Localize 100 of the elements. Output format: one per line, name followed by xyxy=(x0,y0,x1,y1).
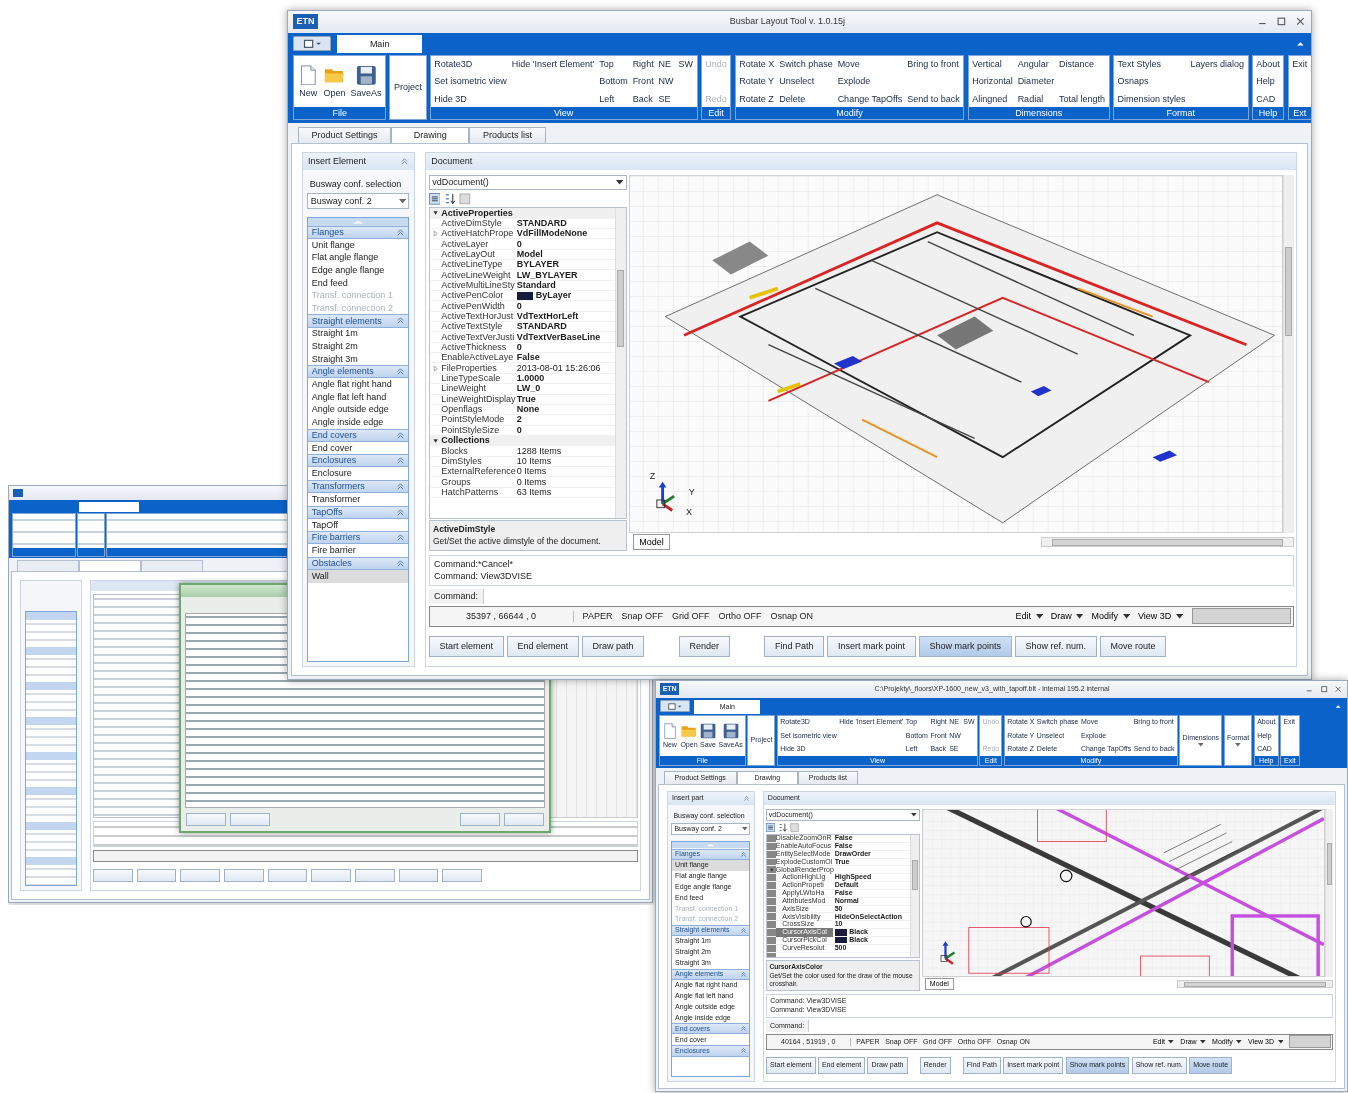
property-name[interactable]: LineWeightDisplay xyxy=(441,393,516,405)
action-button[interactable]: Find Path xyxy=(764,635,825,658)
scrollbar[interactable] xyxy=(1176,979,1334,989)
config-dropdown[interactable]: Busway conf. 2 xyxy=(307,193,410,209)
object-dropdown[interactable]: vdDocument() xyxy=(428,174,627,191)
property-name[interactable]: ActivePenWidth xyxy=(441,300,516,312)
ribbon-button[interactable]: Rotate Y xyxy=(739,76,775,88)
ribbon-button[interactable]: Front xyxy=(632,76,654,88)
section-header[interactable]: Straight elements xyxy=(308,314,409,328)
ribbon-button[interactable]: Alingned xyxy=(972,93,1008,105)
property-name[interactable]: ActivePenColor xyxy=(441,290,516,302)
ribbon-button[interactable]: SW xyxy=(678,59,693,70)
ribbon-button[interactable]: New xyxy=(298,59,319,105)
action-button[interactable]: Show mark points xyxy=(918,635,1012,658)
property-name[interactable]: Openflags xyxy=(441,404,516,415)
property-name[interactable]: Blocks xyxy=(441,445,516,457)
property-name[interactable]: FileProperties xyxy=(441,362,516,374)
tab[interactable]: Drawing xyxy=(391,127,470,144)
ribbon-button[interactable]: CAD xyxy=(1256,93,1276,105)
categorized-icon[interactable] xyxy=(765,822,775,833)
status-toggle[interactable]: Osnap ON xyxy=(770,610,813,622)
action-button[interactable]: Draw path xyxy=(581,635,645,658)
close-icon[interactable] xyxy=(1334,685,1343,694)
ribbon-button[interactable]: Move xyxy=(837,59,860,70)
ribbon-button[interactable]: Rotate Z xyxy=(739,93,774,105)
ribbon-button[interactable]: Right xyxy=(632,59,654,70)
status-menu[interactable]: View 3D xyxy=(1137,610,1183,622)
tab[interactable]: Products list xyxy=(469,127,546,144)
tab[interactable]: Product Settings xyxy=(297,127,392,144)
ribbon-button[interactable]: Layers dialog xyxy=(1190,59,1244,70)
ribbon-button[interactable]: Open xyxy=(323,59,346,105)
property-name[interactable]: DimStyles xyxy=(441,455,516,467)
property-name[interactable]: ActiveLayer xyxy=(441,238,516,250)
property-name[interactable]: LineTypeScale xyxy=(441,373,516,384)
ribbon-button[interactable]: About xyxy=(1256,59,1280,70)
action-button[interactable]: End element xyxy=(506,635,579,658)
ribbon-button[interactable]: NW xyxy=(658,76,674,88)
ribbon-button[interactable]: Change TapOffs xyxy=(837,93,903,105)
section-header[interactable]: Transformers xyxy=(308,480,409,494)
ribbon-button[interactable]: Radial xyxy=(1017,93,1044,105)
ribbon-button[interactable]: Explode xyxy=(837,76,871,88)
section-header[interactable]: Enclosures xyxy=(308,454,409,468)
ribbon-button[interactable]: Switch phase xyxy=(779,59,833,70)
status-menu[interactable]: Modify xyxy=(1091,610,1130,622)
ribbon-tab[interactable]: Main xyxy=(337,35,422,54)
ribbon-button[interactable]: Bottom xyxy=(599,76,628,88)
scrollbar[interactable] xyxy=(1282,174,1294,534)
collapse-icon[interactable] xyxy=(431,436,439,445)
ribbon-button[interactable]: Diameter xyxy=(1017,76,1055,88)
property-name[interactable]: LineWeight xyxy=(441,383,516,395)
scrollbar[interactable] xyxy=(1324,808,1334,978)
ribbon-button[interactable]: Angular xyxy=(1017,59,1049,70)
property-name[interactable]: ActiveDimStyle xyxy=(441,217,516,229)
scrollbar[interactable] xyxy=(1041,536,1294,548)
section-header[interactable]: Angle elements xyxy=(308,365,409,379)
ribbon-button[interactable]: Total length xyxy=(1059,93,1106,105)
status-toggle[interactable]: Ortho OFF xyxy=(718,610,762,622)
sort-icon[interactable] xyxy=(443,192,456,205)
ribbon-button[interactable]: SaveAs xyxy=(350,59,382,105)
ribbon-button[interactable]: Bring to front xyxy=(907,59,959,70)
scrollbar[interactable] xyxy=(614,208,626,518)
ribbon-button[interactable]: Hide 'Insert Element' xyxy=(511,59,595,70)
cad-drawing[interactable] xyxy=(922,809,1324,977)
property-name[interactable]: ActiveLayOut xyxy=(441,249,516,260)
ribbon-button[interactable]: Project xyxy=(393,82,422,93)
property-name[interactable]: ExternalReference xyxy=(441,466,516,477)
cad-drawing[interactable] xyxy=(630,175,1282,533)
app-menu-button[interactable] xyxy=(660,700,690,713)
ribbon-button[interactable]: Back xyxy=(632,93,653,105)
property-name[interactable]: EnableActiveLaye xyxy=(441,352,516,364)
ribbon-button[interactable]: Osnaps xyxy=(1117,76,1149,88)
action-button[interactable]: Show ref. num. xyxy=(1014,635,1097,658)
layout-tab[interactable]: Model xyxy=(632,534,671,550)
status-menu[interactable]: Draw xyxy=(1050,610,1084,622)
action-button[interactable]: Move route xyxy=(1099,635,1167,658)
ribbon-button[interactable]: Rotate3D xyxy=(434,59,473,70)
ribbon-button[interactable]: NE xyxy=(658,59,672,70)
property-name[interactable]: ActiveLineWeight xyxy=(441,269,516,281)
property-name[interactable]: HatchPatterns xyxy=(441,486,516,498)
collapse-icon[interactable] xyxy=(431,209,439,217)
ribbon-button[interactable]: Top xyxy=(599,59,614,70)
action-button[interactable]: Insert mark point xyxy=(827,635,916,658)
property-name[interactable]: PointStyleSize xyxy=(441,424,516,436)
section-header[interactable]: Fire barriers xyxy=(308,531,409,545)
maximize-icon[interactable] xyxy=(1275,16,1287,28)
status-menu[interactable]: Edit xyxy=(1015,610,1043,622)
property-name[interactable]: ActiveMultiLineSty xyxy=(441,280,516,291)
sort-icon[interactable] xyxy=(777,822,787,833)
property-name[interactable]: ActiveLineType xyxy=(441,259,516,271)
property-name[interactable]: ActiveTextStyle xyxy=(441,321,516,333)
ribbon-button[interactable]: Dimension styles xyxy=(1117,93,1186,105)
ribbon-button[interactable]: Vertical xyxy=(972,59,1002,70)
ribbon-button[interactable]: Horizontal xyxy=(972,76,1013,88)
ribbon-button[interactable]: Rotate X xyxy=(739,59,775,70)
maximize-icon[interactable] xyxy=(1319,685,1329,694)
property-name[interactable]: Groups xyxy=(441,476,516,488)
ribbon-button[interactable]: Set isometric view xyxy=(434,76,507,88)
ribbon-button[interactable]: Hide 3D xyxy=(434,93,467,105)
status-toggle[interactable]: Snap OFF xyxy=(621,610,663,622)
ribbon-button[interactable]: Unselect xyxy=(779,76,815,88)
